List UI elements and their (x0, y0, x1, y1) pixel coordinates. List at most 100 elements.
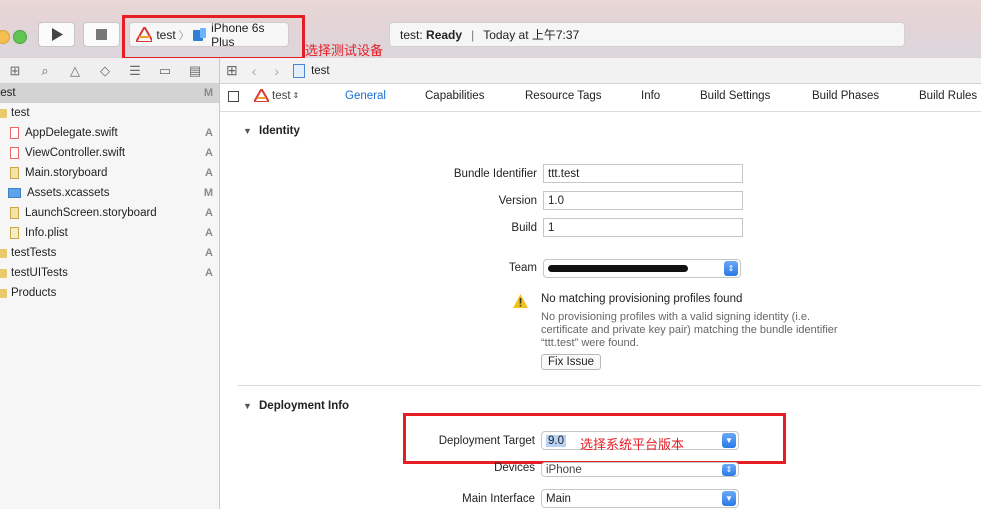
status-time: Today at 上午7:37 (483, 28, 580, 42)
nav-item-status: A (205, 227, 213, 239)
tab-build-phases[interactable]: Build Phases (812, 90, 879, 102)
chevron-down-icon: ▼ (722, 491, 736, 506)
jump-bar: ⊞ ‹ › test (220, 58, 981, 84)
run-button[interactable] (38, 22, 75, 47)
nav-item-status: A (205, 247, 213, 259)
tab-resource-tags[interactable]: Resource Tags (525, 90, 602, 102)
nav-item-label: test (11, 107, 30, 119)
swift-file-icon (10, 147, 19, 159)
folder-icon (0, 288, 7, 298)
nav-item-status: A (205, 167, 213, 179)
nav-item-status: A (205, 207, 213, 219)
nav-root-status: M (203, 87, 213, 99)
report-icon[interactable]: ▤ (180, 63, 210, 79)
debug-icon[interactable]: ☰ (120, 63, 150, 79)
list-item[interactable]: AppDelegate.swift A (0, 123, 219, 143)
status-separator: | (471, 27, 475, 42)
zoom-window-button[interactable] (13, 30, 27, 44)
tab-build-rules[interactable]: Build Rules (919, 90, 977, 102)
nav-item-status: M (203, 187, 213, 199)
list-item[interactable]: Info.plist A (0, 223, 219, 243)
nav-item-label: ViewController.swift (25, 147, 126, 159)
devices-popup[interactable]: iPhone ⇕ (541, 462, 739, 477)
popup-arrows-icon: ⇕ (724, 261, 738, 276)
test-icon[interactable]: ◇ (90, 63, 120, 79)
tab-info[interactable]: Info (641, 90, 660, 102)
list-item[interactable]: ViewController.swift A (0, 143, 219, 163)
up-down-icon: ⇕ (292, 91, 300, 100)
list-item[interactable]: test (0, 103, 219, 123)
breakpoint-icon[interactable]: ▭ (150, 63, 180, 79)
list-item[interactable]: LaunchScreen.storyboard A (0, 203, 219, 223)
folder-icon[interactable]: ⊞ (0, 63, 30, 79)
section-title-deployment: Deployment Info (259, 400, 350, 412)
warning-line-1: No provisioning profiles with a valid si… (541, 311, 811, 323)
nav-item-label: AppDelegate.swift (25, 127, 118, 139)
jump-bar-file[interactable]: test (311, 65, 330, 77)
nav-item-status: A (205, 267, 213, 279)
redacted-team-scribble (548, 265, 688, 272)
forward-arrow-icon[interactable]: › (274, 63, 279, 79)
tab-capabilities[interactable]: Capabilities (425, 90, 484, 102)
team-popup[interactable]: ⇕ (543, 259, 741, 278)
warning-icon[interactable]: △ (60, 63, 90, 79)
back-arrow-icon[interactable]: ‹ (252, 63, 257, 79)
target-selector[interactable]: test ⇕ (254, 89, 299, 102)
team-label: Team (508, 262, 537, 274)
status-name: test: (400, 27, 423, 42)
tab-general[interactable]: General (345, 90, 386, 102)
folder-icon (0, 268, 7, 278)
storyboard-file-icon (10, 207, 19, 219)
nav-item-label: Info.plist (25, 227, 68, 239)
build-field[interactable]: 1 (543, 218, 743, 237)
nav-item-label: Assets.xcassets (27, 187, 110, 199)
storyboard-file-icon (10, 167, 19, 179)
stop-icon (96, 29, 107, 40)
main-interface-combo[interactable]: Main ▼ (541, 489, 739, 508)
related-items-icon[interactable]: ⊞ (226, 62, 238, 79)
tab-build-settings[interactable]: Build Settings (700, 90, 770, 102)
editor-tab-bar: test ⇕ General Capabilities Resource Tag… (220, 84, 981, 112)
status-state: Ready (426, 27, 463, 42)
version-field[interactable]: 1.0 (543, 191, 743, 210)
annotation-box-deployment (403, 413, 786, 464)
plist-file-icon (10, 227, 19, 239)
bundle-identifier-field[interactable]: ttt.test (543, 164, 743, 183)
list-item[interactable]: Assets.xcassets M (0, 183, 219, 203)
nav-item-label: Products (11, 287, 57, 299)
nav-item-label: LaunchScreen.storyboard (25, 207, 157, 219)
search-icon[interactable]: ⌕ (30, 63, 60, 79)
build-label: Build (511, 222, 537, 234)
swift-file-icon (10, 127, 19, 139)
main-interface-value: Main (546, 492, 571, 505)
annotation-box-device (122, 15, 305, 60)
folder-icon (0, 248, 7, 258)
list-item[interactable]: testTests A (0, 243, 219, 263)
nav-item-label: testUITests (11, 267, 68, 279)
disclosure-triangle-icon[interactable]: ▼ (243, 126, 252, 136)
popup-arrows-icon: ⇕ (722, 464, 736, 476)
nav-root-row[interactable]: test M (0, 83, 219, 103)
disclosure-triangle-icon[interactable]: ▼ (243, 401, 252, 411)
fix-issue-button[interactable]: Fix Issue (541, 354, 602, 370)
folder-icon (0, 108, 7, 118)
navigator-selector-bar: ⊞ ⌕ △ ◇ ☰ ▭ ▤ (0, 58, 219, 84)
list-item[interactable]: testUITests A (0, 263, 219, 283)
stop-button[interactable] (83, 22, 120, 47)
project-file-icon (293, 63, 306, 78)
nav-item-label: Main.storyboard (25, 167, 108, 179)
sidebar-toggle-icon[interactable] (228, 91, 239, 102)
nav-item-status: A (205, 127, 213, 139)
annotation-device-text: 选择测试设备 (305, 43, 384, 58)
nav-item-label: testTests (11, 247, 57, 259)
xcode-app-icon (254, 89, 269, 102)
list-item[interactable]: Products (0, 283, 219, 303)
warning-line-2: certificate and private key pair) matchi… (541, 324, 838, 336)
devices-label: Devices (494, 462, 535, 474)
main-interface-label: Main Interface (462, 493, 535, 505)
activity-status: test: Ready | Today at 上午7:37 (389, 22, 905, 47)
list-item[interactable]: Main.storyboard A (0, 163, 219, 183)
devices-value: iPhone (546, 463, 582, 476)
assets-folder-icon (8, 188, 21, 198)
target-label: test (272, 89, 291, 102)
